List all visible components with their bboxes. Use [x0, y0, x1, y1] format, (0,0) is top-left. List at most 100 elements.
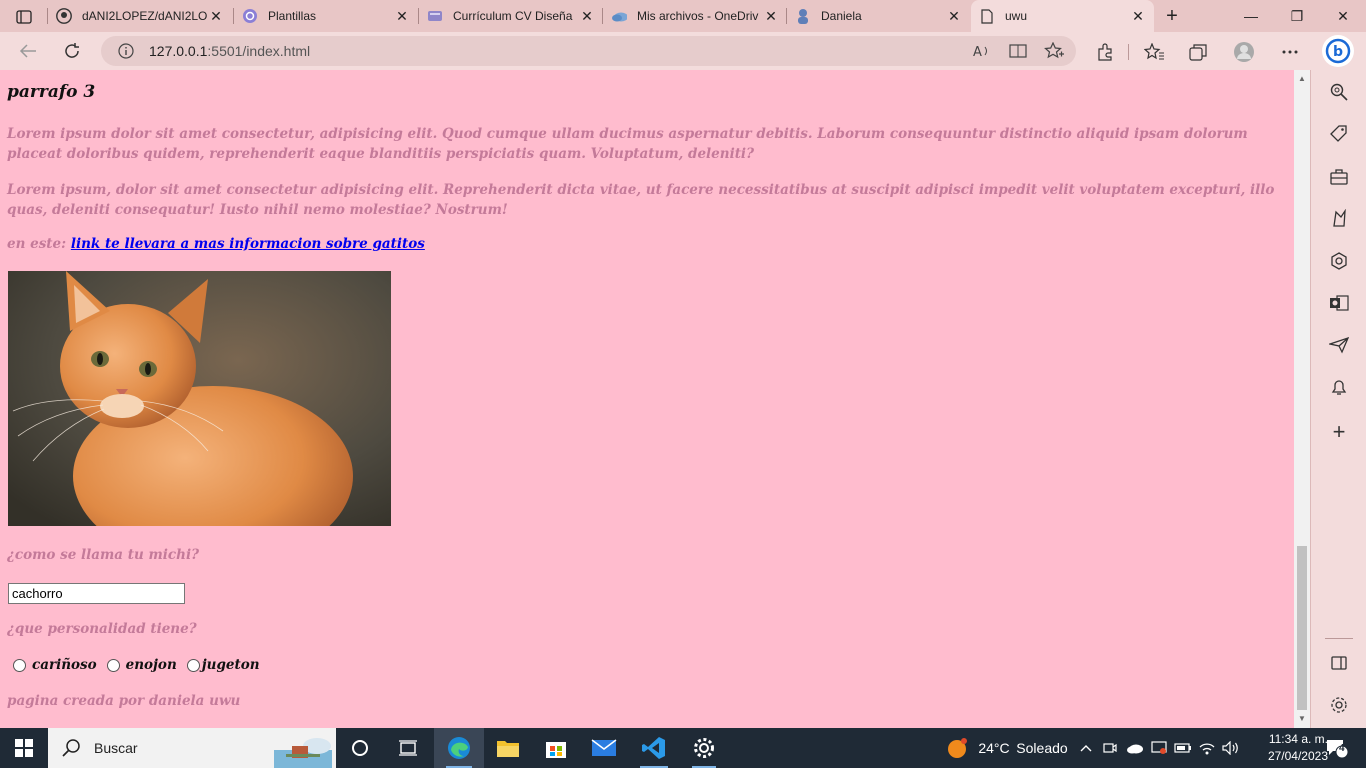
favorites-icon[interactable] — [1143, 41, 1165, 63]
url-text: 127.0.0.1:5501/index.html — [149, 43, 310, 59]
gatitos-link[interactable]: link te llevara a mas informacion sobre … — [71, 236, 425, 252]
radio-carinoso[interactable] — [13, 658, 26, 672]
close-icon[interactable]: ✕ — [208, 8, 224, 24]
back-icon[interactable] — [13, 37, 43, 65]
radio-label-carinoso: cariñoso — [32, 657, 97, 673]
tab-title: Daniela — [821, 9, 862, 23]
weather-description[interactable]: Soleado — [1014, 728, 1070, 768]
tools-icon[interactable] — [1327, 165, 1351, 189]
games-icon[interactable] — [1327, 207, 1351, 231]
hide-sidebar-icon[interactable] — [1327, 651, 1351, 675]
close-window-icon[interactable]: ✕ — [1320, 0, 1366, 32]
link-line: en este: link te llevara a mas informaci… — [7, 236, 425, 252]
taskbar-search[interactable]: Buscar — [48, 728, 336, 768]
clock-date: 27/04/2023 — [1267, 749, 1328, 763]
onedrive-tray-icon[interactable] — [1124, 728, 1146, 768]
onedrive-icon — [611, 8, 627, 24]
restore-icon[interactable]: ❐ — [1274, 0, 1320, 32]
bing-chat-icon[interactable]: b — [1322, 35, 1354, 67]
tab-github[interactable]: dANI2LOPEZ/dANI2LO ✕ — [48, 0, 232, 32]
weather-temp-label: 24°C — [978, 740, 1010, 756]
close-icon[interactable]: ✕ — [579, 8, 595, 24]
add-icon[interactable]: + — [1327, 419, 1351, 444]
file-explorer-icon[interactable] — [484, 728, 532, 768]
search-icon[interactable] — [1327, 80, 1351, 104]
microsoft-store-icon[interactable] — [532, 728, 580, 768]
tab-title: uwu — [1005, 9, 1028, 23]
taskbar-clock[interactable]: 11:34 a. m. 27/04/2023 — [1268, 731, 1328, 765]
close-icon[interactable]: ✕ — [1130, 8, 1146, 24]
page-viewport: parrafo 3 Lorem ipsum dolor sit amet con… — [0, 70, 1294, 728]
security-tray-icon[interactable] — [1148, 728, 1170, 768]
browser-toolbar: 127.0.0.1:5501/index.html A b — [0, 32, 1366, 70]
new-tab-icon[interactable]: + — [1160, 5, 1184, 27]
profile-avatar-icon[interactable] — [1233, 41, 1255, 63]
radio-jugeton[interactable] — [186, 658, 200, 672]
outlook-icon[interactable] — [1327, 291, 1351, 315]
tab-plantillas[interactable]: Plantillas ✕ — [234, 0, 418, 32]
wifi-icon[interactable] — [1196, 728, 1218, 768]
scroll-up-icon[interactable]: ▲ — [1298, 74, 1306, 83]
page-icon — [979, 8, 995, 24]
tab-curriculum[interactable]: Currículum CV Diseña ✕ — [419, 0, 603, 32]
more-options-icon[interactable] — [1279, 41, 1301, 63]
tab-actions-icon[interactable] — [10, 6, 38, 28]
svg-text:A: A — [973, 45, 982, 59]
tab-title: Currículum CV Diseña — [453, 9, 573, 23]
url-path: :5501/index.html — [207, 43, 311, 59]
office-icon[interactable] — [1327, 249, 1351, 273]
address-bar[interactable]: 127.0.0.1:5501/index.html A — [101, 36, 1076, 66]
canva-icon — [242, 8, 258, 24]
tab-strip: dANI2LOPEZ/dANI2LO ✕ Plantillas ✕ Curríc… — [0, 0, 1366, 32]
meet-now-icon[interactable] — [1100, 728, 1120, 768]
weather-sun-icon[interactable] — [944, 728, 970, 768]
send-icon[interactable] — [1327, 333, 1351, 357]
collections-icon[interactable] — [1187, 41, 1209, 63]
battery-icon[interactable] — [1172, 728, 1194, 768]
notifications-icon[interactable]: 4 — [1320, 728, 1354, 768]
url-host: 127.0.0.1 — [149, 43, 208, 59]
search-placeholder: Buscar — [94, 740, 138, 756]
windows-start-icon[interactable] — [0, 728, 48, 768]
settings-gear-icon[interactable] — [680, 728, 728, 768]
tab-uwu[interactable]: uwu ✕ — [971, 0, 1154, 32]
refresh-icon[interactable] — [57, 37, 87, 65]
personality-question: ¿que personalidad tiene? — [7, 621, 197, 637]
tab-daniela[interactable]: Daniela ✕ — [787, 0, 970, 32]
close-icon[interactable]: ✕ — [946, 8, 962, 24]
scrollbar-thumb[interactable] — [1297, 546, 1307, 710]
show-hidden-icons-icon[interactable] — [1076, 728, 1096, 768]
close-icon[interactable]: ✕ — [394, 8, 410, 24]
tab-onedrive[interactable]: Mis archivos - OneDriv ✕ — [603, 0, 787, 32]
edge-sidebar: + — [1310, 70, 1366, 728]
mail-icon[interactable] — [580, 728, 628, 768]
notification-bell-icon[interactable] — [1327, 375, 1351, 399]
shopping-tag-icon[interactable] — [1327, 122, 1351, 146]
radio-enojon[interactable] — [106, 658, 120, 672]
settings-icon[interactable] — [1327, 693, 1351, 717]
add-favorite-icon[interactable] — [1043, 41, 1065, 61]
extensions-icon[interactable] — [1094, 41, 1116, 63]
immersive-reader-icon[interactable] — [1007, 41, 1029, 61]
profile-icon — [795, 8, 811, 24]
vscode-icon[interactable] — [628, 728, 680, 768]
weather-temperature[interactable]: 24°C — [974, 728, 1014, 768]
radio-label-jugeton: jugeton — [201, 657, 260, 673]
page-heading: parrafo 3 — [7, 82, 96, 102]
task-view-icon[interactable] — [388, 728, 428, 768]
cat-name-input[interactable] — [8, 583, 185, 604]
cortana-icon[interactable] — [340, 728, 380, 768]
toolbar-divider — [1128, 44, 1129, 60]
page-scrollbar[interactable]: ▲ ▼ — [1294, 70, 1310, 728]
tab-title: Mis archivos - OneDriv — [637, 9, 759, 23]
scroll-down-icon[interactable]: ▼ — [1298, 714, 1306, 723]
radio-label-enojon: enojon — [125, 657, 177, 673]
sidebar-divider — [1325, 638, 1353, 639]
info-icon[interactable] — [117, 42, 135, 60]
tab-title: Plantillas — [268, 9, 317, 23]
volume-icon[interactable] — [1220, 728, 1242, 768]
edge-taskbar-icon[interactable] — [434, 728, 484, 768]
minimize-icon[interactable]: — — [1228, 0, 1274, 32]
close-icon[interactable]: ✕ — [763, 8, 779, 24]
read-aloud-icon[interactable]: A — [971, 41, 993, 61]
